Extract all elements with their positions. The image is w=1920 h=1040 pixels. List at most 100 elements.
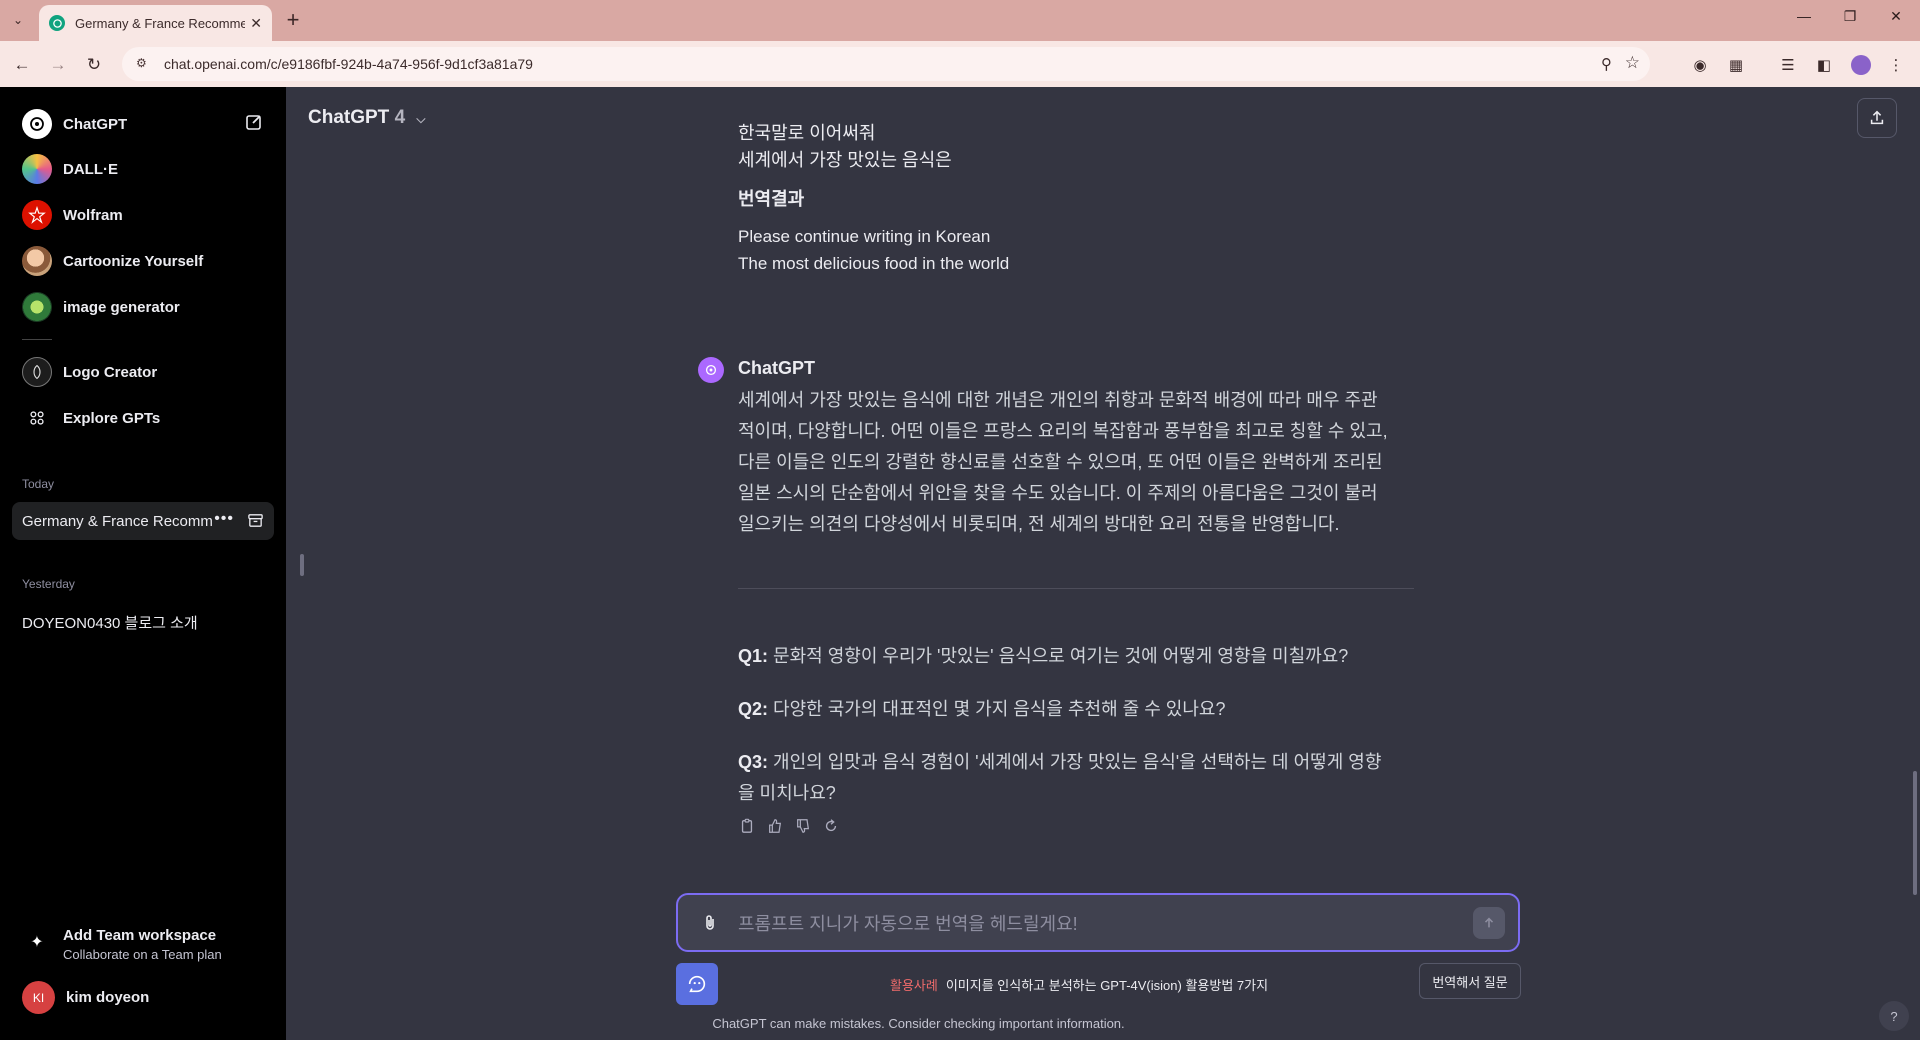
section-today: Today xyxy=(22,477,55,491)
sidebar-divider xyxy=(22,339,52,340)
send-button[interactable] xyxy=(1473,907,1505,939)
user-message-line: 한국말로 이어써줘 xyxy=(738,123,876,143)
help-button[interactable]: ? xyxy=(1879,1001,1909,1031)
minimize-icon[interactable]: — xyxy=(1781,8,1827,24)
image-gen-icon xyxy=(22,292,52,322)
sidebar-item-label: image generator xyxy=(63,298,180,316)
chat-item-active[interactable]: Germany & France Recommend ••• xyxy=(12,502,274,540)
question-label: Q2: xyxy=(738,699,769,719)
camera-extension-icon[interactable]: ◉ xyxy=(1688,53,1712,77)
tab-close-icon[interactable]: ✕ xyxy=(250,15,262,32)
address-bar[interactable]: ⚙ chat.openai.com/c/e9186fbf-924b-4a74-9… xyxy=(122,47,1650,81)
share-button[interactable] xyxy=(1857,98,1897,138)
bookmark-star-icon[interactable]: ☆ xyxy=(1625,53,1640,73)
browser-toolbar: ← → ↻ ⚙ chat.openai.com/c/e9186fbf-924b-… xyxy=(0,41,1920,87)
main-panel: ChatGPT 4 ⌵ 한국말로 이어써줘 세계에서 가장 맛있는 음식은 번역… xyxy=(286,87,1920,1040)
share-icon xyxy=(1870,110,1884,125)
prompt-genie-button[interactable] xyxy=(676,963,718,1005)
chat-item-label: Germany & France Recommend xyxy=(22,512,212,530)
sidebar-item-label: ChatGPT xyxy=(63,115,128,133)
dalle-icon xyxy=(22,154,52,184)
user-profile[interactable]: KI kim doyeon xyxy=(22,981,149,1014)
arrow-up-icon xyxy=(1484,917,1494,928)
sidebar-item-label: DALL·E xyxy=(63,160,118,178)
browser-menu-icon[interactable]: ⋮ xyxy=(1884,53,1908,77)
sidebar-item-image-generator[interactable]: image generator xyxy=(22,291,180,323)
translation-heading: 번역결과 xyxy=(738,189,805,209)
wolfram-icon xyxy=(22,200,52,230)
tip-banner[interactable]: 활용사례 이미지를 인식하고 분석하는 GPT-4V(ision) 활용방법 7가… xyxy=(890,975,1268,994)
sidebar-resize-handle[interactable] xyxy=(300,554,304,576)
message-actions xyxy=(738,817,840,835)
tab-search-chevron-icon[interactable]: ⌄ xyxy=(5,8,31,32)
sparkle-icon: ✦ xyxy=(30,934,44,951)
new-tab-icon[interactable]: + xyxy=(280,8,306,34)
grid-icon xyxy=(22,403,52,433)
site-info-icon[interactable]: ⚙ xyxy=(136,56,152,72)
attach-paperclip-icon[interactable] xyxy=(698,911,722,935)
sidebar-item-label: Wolfram xyxy=(63,206,123,224)
prompt-input[interactable]: 프롬프트 지니가 자동으로 번역을 헤드릴게요! xyxy=(676,893,1520,952)
translate-and-ask-button[interactable]: 번역해서 질문 xyxy=(1419,963,1521,999)
sidebar-item-wolfram[interactable]: Wolfram xyxy=(22,199,123,231)
team-title: Add Team workspace xyxy=(63,927,217,944)
thumbs-down-icon[interactable] xyxy=(794,817,812,835)
assistant-message: 세계에서 가장 맛있는 음식에 대한 개념은 개인의 취향과 문화적 배경에 따… xyxy=(738,385,1428,540)
message-divider xyxy=(738,588,1414,589)
new-chat-edit-icon[interactable] xyxy=(244,112,264,132)
back-icon[interactable]: ← xyxy=(10,53,34,77)
url-text: chat.openai.com/c/e9186fbf-924b-4a74-956… xyxy=(164,56,533,72)
prompt-genie-icon xyxy=(688,975,706,993)
restore-icon[interactable]: ❐ xyxy=(1827,8,1873,25)
add-team-workspace[interactable]: ✦ Add Team workspace Collaborate on a Te… xyxy=(22,927,222,962)
assistant-line: 다른 이들은 인도의 강렬한 향신료를 선호할 수 있으며, 또 어떤 이들은 … xyxy=(738,452,1383,472)
sidebar-item-logo-creator[interactable]: Logo Creator xyxy=(22,356,157,388)
side-panel-icon[interactable]: ◧ xyxy=(1812,53,1836,77)
question-label: Q3: xyxy=(738,752,769,772)
media-control-icon[interactable]: ☰ xyxy=(1776,53,1800,77)
question-label: Q1: xyxy=(738,646,769,666)
chat-item[interactable]: DOYEON0430 블로그 소개 xyxy=(22,612,198,633)
disclaimer: ChatGPT can make mistakes. Consider chec… xyxy=(712,1016,1125,1031)
copy-icon[interactable] xyxy=(738,817,756,835)
reload-icon[interactable]: ↻ xyxy=(82,53,106,77)
follow-up-question-1: Q1: 문화적 영향이 우리가 '맛있는' 음식으로 여기는 것에 어떻게 영향… xyxy=(738,641,1428,672)
archive-icon[interactable] xyxy=(247,512,264,529)
user-message-line: 세계에서 가장 맛있는 음식은 xyxy=(738,150,952,170)
window-close-icon[interactable]: ✕ xyxy=(1873,8,1919,25)
extensions-puzzle-icon[interactable]: ▦ xyxy=(1724,53,1748,77)
follow-up-question-2: Q2: 다양한 국가의 대표적인 몇 가지 음식을 추천해 줄 수 있나요? xyxy=(738,694,1428,725)
model-version: 4 xyxy=(394,107,406,128)
sidebar-item-label: Explore GPTs xyxy=(63,409,161,427)
zoom-icon[interactable]: ⚲ xyxy=(1601,55,1612,73)
sidebar-item-chatgpt[interactable]: ChatGPT xyxy=(22,108,127,140)
logo-creator-icon xyxy=(22,357,52,387)
model-name: ChatGPT xyxy=(308,107,390,128)
regenerate-icon[interactable] xyxy=(822,817,840,835)
model-selector[interactable]: ChatGPT 4 ⌵ xyxy=(308,107,426,129)
sidebar: ChatGPT DALL·E Wolfram Cartoonize Yourse… xyxy=(0,87,286,1040)
sidebar-item-cartoonize[interactable]: Cartoonize Yourself xyxy=(22,245,203,277)
forward-icon[interactable]: → xyxy=(46,53,70,77)
chat-scrollbar[interactable] xyxy=(1913,771,1917,895)
sidebar-item-label: Logo Creator xyxy=(63,363,158,381)
thumbs-up-icon[interactable] xyxy=(766,817,784,835)
cartoon-icon xyxy=(22,246,52,276)
prompt-placeholder: 프롬프트 지니가 자동으로 번역을 헤드릴게요! xyxy=(738,913,1078,934)
section-yesterday: Yesterday xyxy=(22,577,75,591)
more-options-icon[interactable]: ••• xyxy=(214,510,234,528)
browser-tab[interactable]: Germany & France Recommend ✕ xyxy=(39,5,272,41)
question-text: 문화적 영향이 우리가 '맛있는' 음식으로 여기는 것에 어떻게 영향을 미칠… xyxy=(768,646,1349,666)
openai-icon xyxy=(22,109,52,139)
sidebar-item-dalle[interactable]: DALL·E xyxy=(22,153,118,185)
avatar: KI xyxy=(22,981,55,1014)
team-subtitle: Collaborate on a Team plan xyxy=(63,947,222,962)
profile-avatar[interactable] xyxy=(1851,55,1871,75)
question-text: 을 미치나요? xyxy=(738,783,836,803)
assistant-line: 세계에서 가장 맛있는 음식에 대한 개념은 개인의 취향과 문화적 배경에 따… xyxy=(738,390,1378,410)
follow-up-question-3: Q3: 개인의 입맛과 음식 경험이 '세계에서 가장 맛있는 음식'을 선택하… xyxy=(738,747,1428,809)
translation-line: Please continue writing in Korean xyxy=(738,227,991,246)
sidebar-item-explore-gpts[interactable]: Explore GPTs xyxy=(22,402,160,434)
sidebar-item-label: Cartoonize Yourself xyxy=(63,252,204,270)
tab-title: Germany & France Recommend xyxy=(75,15,245,31)
